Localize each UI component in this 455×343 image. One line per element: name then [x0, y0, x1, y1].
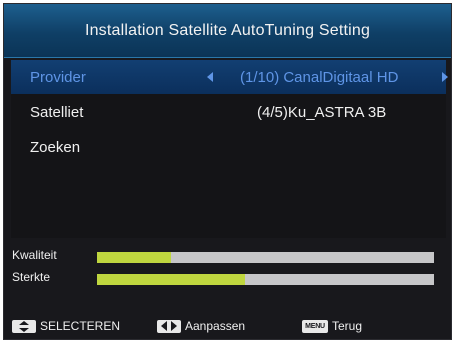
menu-row-satelliet[interactable]: Satelliet (4/5)Ku_ASTRA 3B: [11, 95, 446, 129]
tv-screen: Installation Satellite AutoTuning Settin…: [3, 3, 452, 340]
quality-meter: Kwaliteit: [4, 247, 451, 267]
strength-track: [97, 274, 434, 285]
menu-row-label: Satelliet: [30, 103, 84, 121]
left-right-key-icon: [157, 319, 181, 333]
hint-selecteren: SELECTEREN: [12, 319, 120, 333]
menu-row-provider[interactable]: Provider (1/10) CanalDigitaal HD: [11, 60, 448, 94]
page-title: Installation Satellite AutoTuning Settin…: [84, 21, 371, 39]
hint-label: SELECTEREN: [40, 319, 121, 333]
quality-fill: [97, 252, 172, 263]
menu-row-zoeken[interactable]: Zoeken: [11, 130, 446, 164]
settings-menu: Provider (1/10) CanalDigitaal HD Satelli…: [11, 60, 448, 238]
up-down-key-icon: [12, 319, 36, 333]
hint-aanpassen: Aanpassen: [157, 319, 245, 333]
title-bar: Installation Satellite AutoTuning Settin…: [4, 4, 451, 58]
quality-label: Kwaliteit: [12, 248, 57, 262]
quality-track: [97, 252, 434, 263]
menu-row-value: (1/10) CanalDigitaal HD: [240, 68, 399, 86]
strength-meter: Sterkte: [4, 269, 451, 289]
hint-label: Terug: [332, 319, 363, 333]
strength-label: Sterkte: [12, 270, 51, 284]
menu-row-label: Provider: [30, 68, 86, 86]
hint-terug: MENU Terug: [302, 319, 362, 333]
hint-label: Aanpassen: [185, 319, 246, 333]
footer-hints: SELECTEREN Aanpassen MENU Terug: [4, 315, 451, 339]
arrow-left-icon[interactable]: [207, 72, 213, 82]
strength-fill: [97, 274, 246, 285]
menu-row-value: (4/5)Ku_ASTRA 3B: [257, 103, 387, 121]
menu-row-label: Zoeken: [30, 138, 81, 156]
menu-key-icon: MENU: [302, 319, 328, 333]
arrow-right-icon[interactable]: [442, 72, 448, 82]
